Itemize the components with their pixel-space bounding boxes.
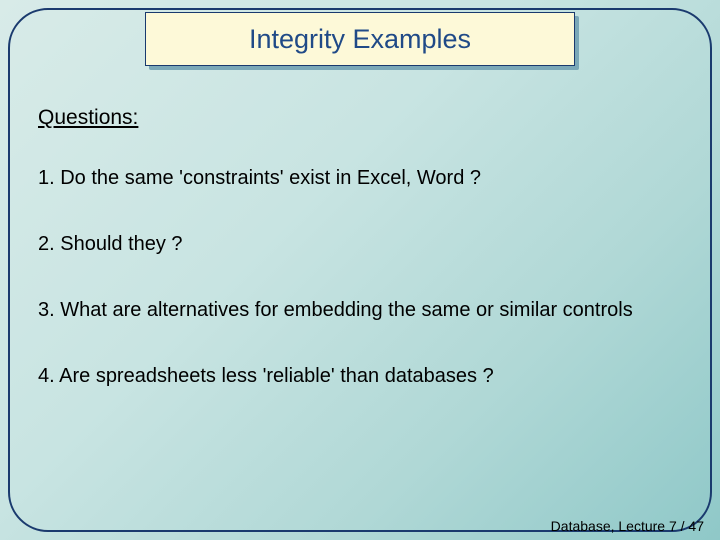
slide-frame: Questions: 1. Do the same 'constraints' … — [8, 8, 712, 532]
question-item: 2. Should they ? — [38, 231, 682, 257]
question-item: 1. Do the same 'constraints' exist in Ex… — [38, 165, 682, 191]
question-item: 4. Are spreadsheets less 'reliable' than… — [38, 363, 682, 389]
slide-footer: Database, Lecture 7 / 47 — [551, 518, 704, 534]
content-area: Questions: 1. Do the same 'constraints' … — [38, 104, 682, 389]
questions-heading: Questions: — [38, 104, 682, 131]
question-item: 3. What are alternatives for embedding t… — [38, 297, 682, 323]
